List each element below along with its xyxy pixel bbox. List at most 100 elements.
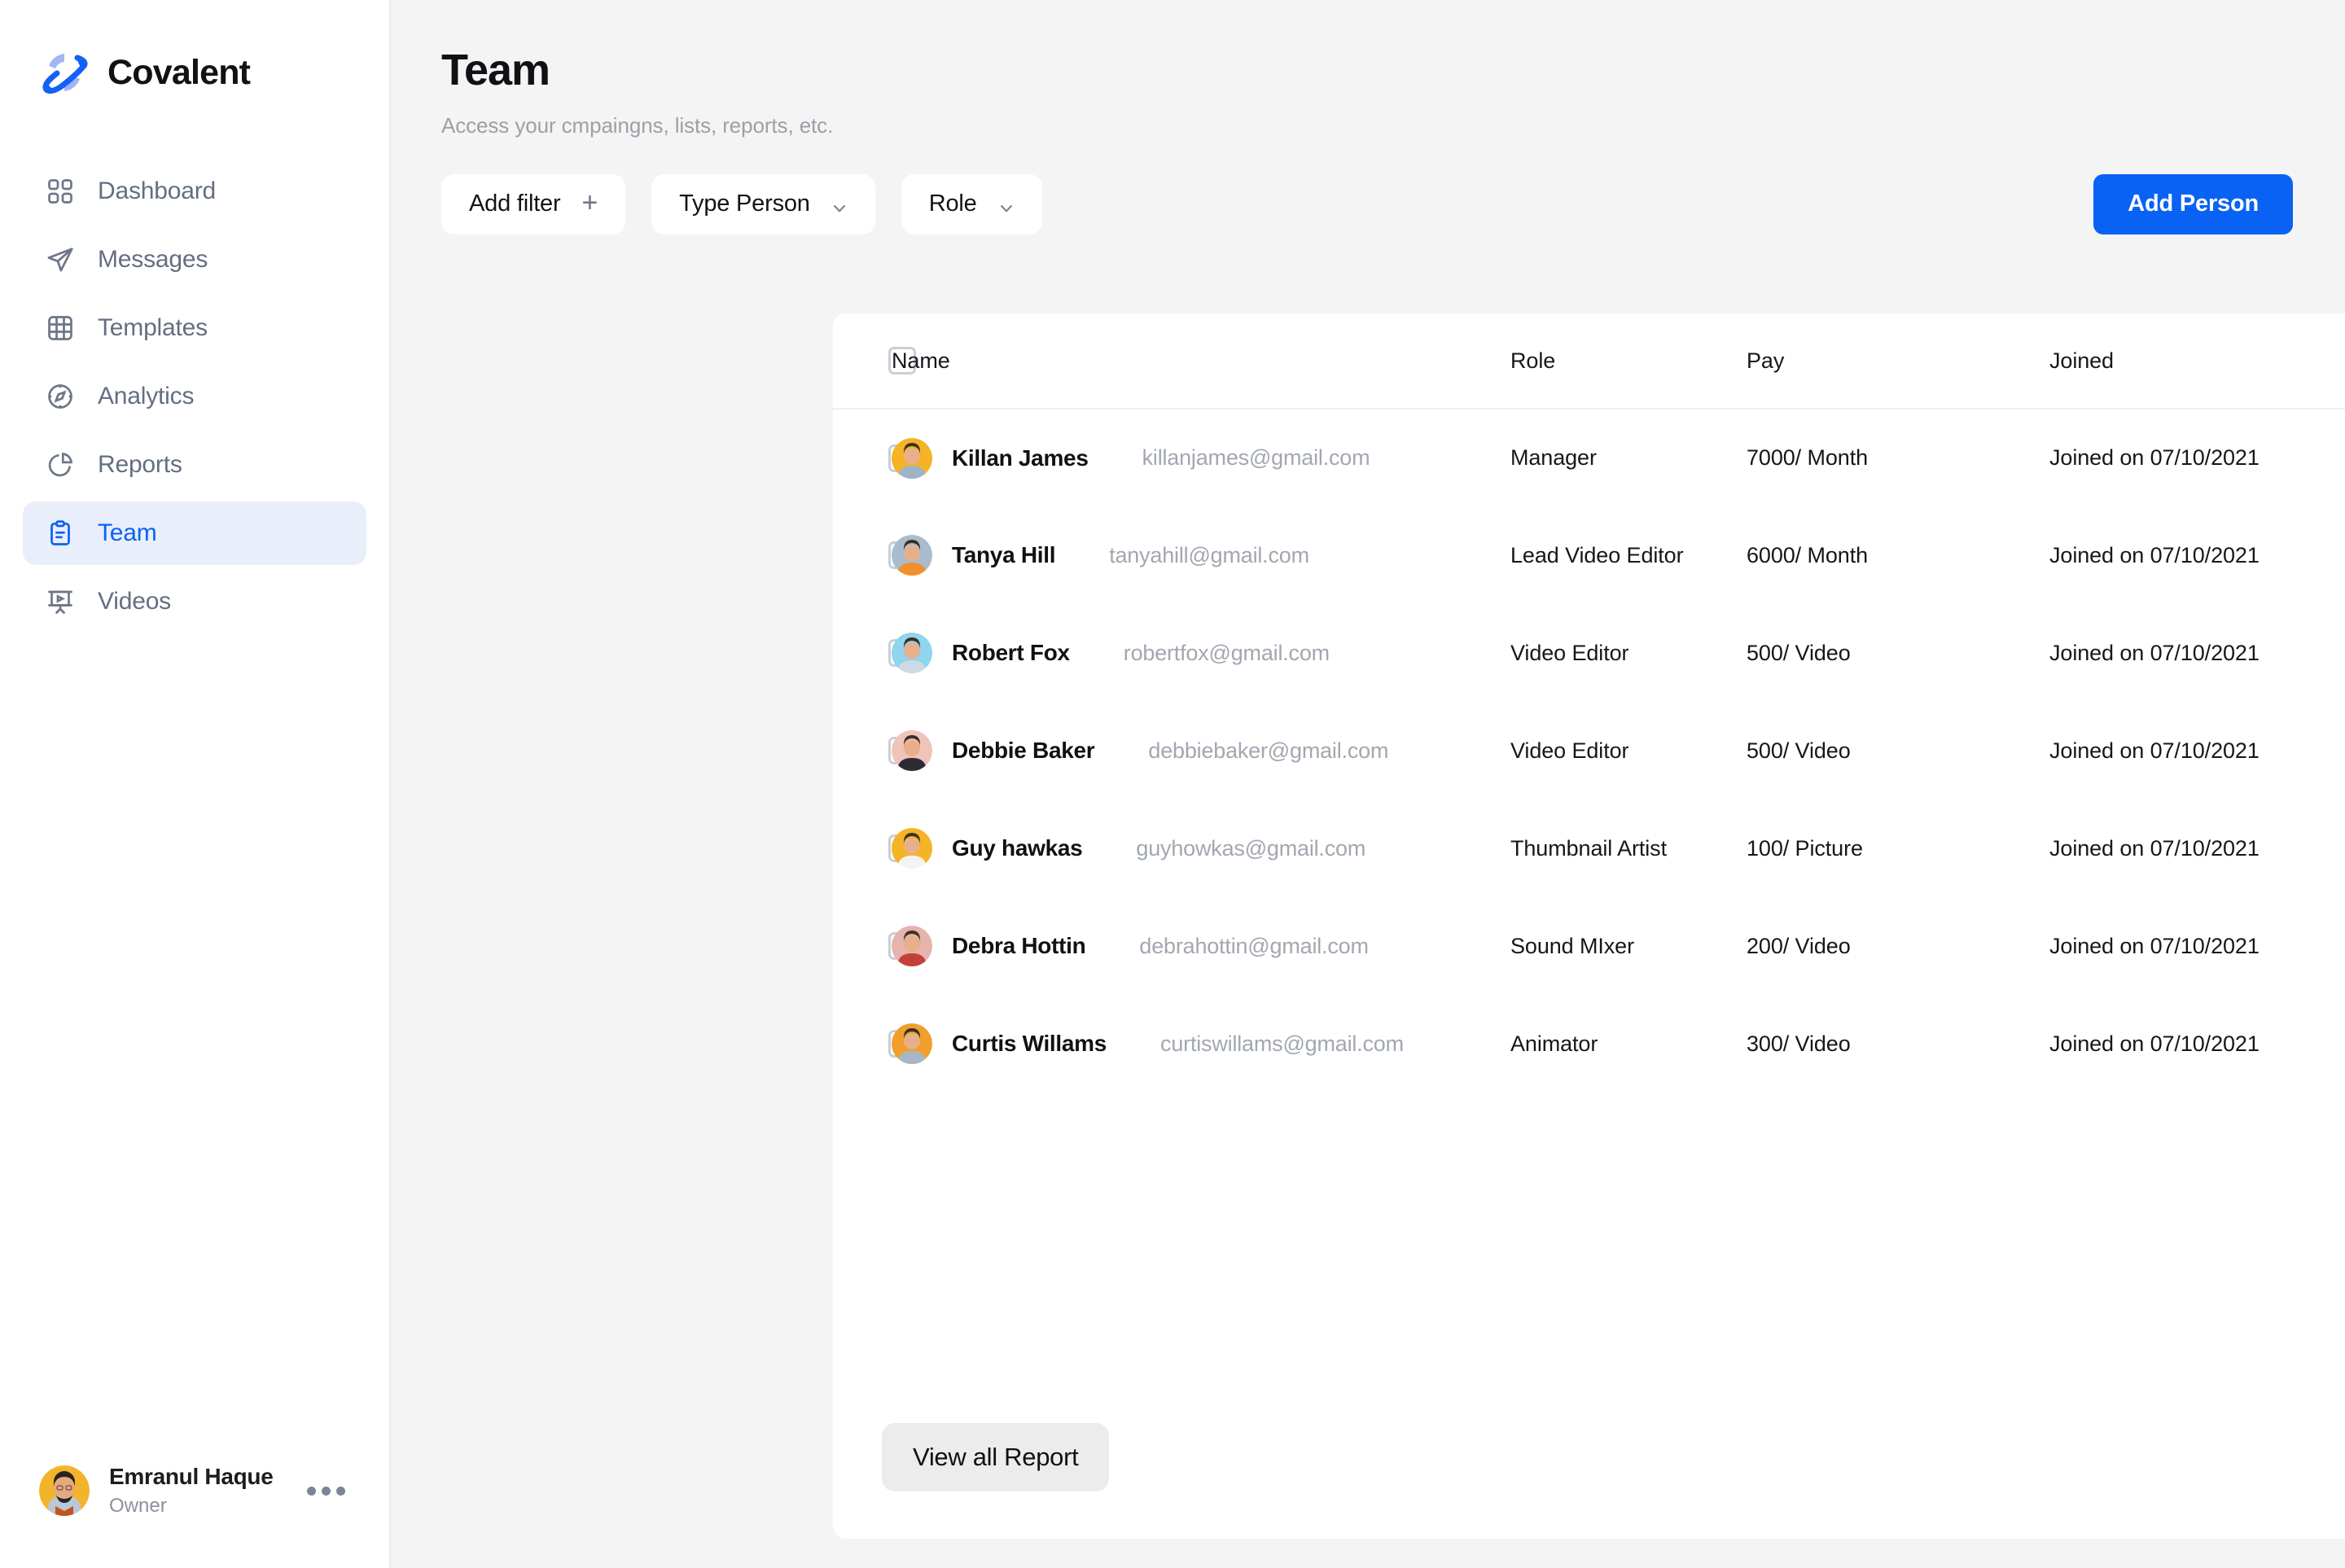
sidebar: Covalent Dashboard Messages Templates An… xyxy=(0,0,391,1568)
column-header-pay[interactable]: Pay xyxy=(1747,313,2049,409)
row-role-cell: Thumbnail Artist xyxy=(1510,835,1667,861)
card-footer: View all Report xyxy=(833,1423,2345,1539)
sidebar-item-messages[interactable]: Messages xyxy=(23,228,366,291)
row-role-cell: Video Editor xyxy=(1510,738,1629,763)
row-select-cell xyxy=(833,897,916,995)
table-header: Name Role Pay Joined Action xyxy=(833,313,2345,409)
table-row[interactable]: Debbie Baker debbiebaker@gmail.com Video… xyxy=(833,702,2345,799)
column-header-joined[interactable]: Joined xyxy=(2049,313,2345,409)
planet-logo-icon xyxy=(39,47,90,98)
row-name-cell: Killan James killanjames@gmail.com xyxy=(892,409,1510,506)
row-joined-cell: Joined on 07/10/2021 xyxy=(2049,835,2260,861)
grid-icon xyxy=(44,175,77,208)
person-name: Debra Hottin xyxy=(952,933,1086,958)
presentation-icon xyxy=(44,585,77,618)
row-pay-cell: 7000/ Month xyxy=(1747,445,1869,470)
row-pay-cell: 100/ Picture xyxy=(1747,835,1863,861)
brand[interactable]: Covalent xyxy=(0,0,389,106)
sidebar-item-label: Reports xyxy=(98,451,182,478)
table-row[interactable]: Tanya Hill tanyahill@gmail.com Lead Vide… xyxy=(833,506,2345,604)
row-name-cell: Debbie Baker debbiebaker@gmail.com xyxy=(892,702,1510,799)
role-dropdown[interactable]: Role xyxy=(901,173,1042,234)
row-role-cell: Animator xyxy=(1510,1031,1598,1056)
paper-plane-icon xyxy=(44,243,77,276)
sidebar-user-name: Emranul Haque xyxy=(109,1464,274,1489)
clipboard-icon xyxy=(44,517,77,550)
person-email: tanyahill@gmail.com xyxy=(1109,542,1309,567)
sidebar-item-templates[interactable]: Templates xyxy=(23,296,366,360)
main-content: Team Access your cmpaingns, lists, repor… xyxy=(391,0,2345,1568)
person-email: curtiswillams@gmail.com xyxy=(1160,1031,1404,1056)
person-name: Guy hawkas xyxy=(952,835,1083,861)
row-select-cell xyxy=(833,995,916,1093)
sidebar-item-team[interactable]: Team xyxy=(23,501,366,565)
person-email: debbiebaker@gmail.com xyxy=(1148,738,1389,763)
person-name: Killan James xyxy=(952,445,1089,471)
add-filter-label: Add filter xyxy=(469,191,561,217)
view-all-report-button[interactable]: View all Report xyxy=(882,1423,1110,1491)
table-row[interactable]: Debra Hottin debrahottin@gmail.com Sound… xyxy=(833,897,2345,995)
row-joined-cell: Joined on 07/10/2021 xyxy=(2049,542,2260,567)
row-joined-cell: Joined on 07/10/2021 xyxy=(2049,445,2260,470)
add-filter-button[interactable]: Add filter + xyxy=(441,173,626,234)
add-person-button[interactable]: Add Person xyxy=(2093,173,2293,234)
row-role-cell: Video Editor xyxy=(1510,640,1629,665)
table-row[interactable]: Robert Fox robertfox@gmail.com Video Edi… xyxy=(833,604,2345,702)
row-name-cell: Curtis Willams curtiswillams@gmail.com xyxy=(892,995,1510,1093)
avatar xyxy=(39,1465,90,1516)
row-joined-cell: Joined on 07/10/2021 xyxy=(2049,1031,2260,1056)
row-name-cell: Robert Fox robertfox@gmail.com xyxy=(892,604,1510,702)
sidebar-item-label: Messages xyxy=(98,246,208,273)
sidebar-user-meta: Emranul Haque Owner xyxy=(109,1464,274,1518)
chevron-down-icon xyxy=(831,196,848,212)
sidebar-item-label: Analytics xyxy=(98,383,195,410)
avatar xyxy=(892,1023,932,1064)
table-header-row: Name Role Pay Joined Action xyxy=(833,313,2345,409)
role-dropdown-label: Role xyxy=(928,191,977,217)
row-name-cell: Debra Hottin debrahottin@gmail.com xyxy=(892,897,1510,995)
row-select-cell xyxy=(833,799,916,897)
brand-name: Covalent xyxy=(107,52,251,92)
row-joined-cell: Joined on 07/10/2021 xyxy=(2049,738,2260,763)
table-icon xyxy=(44,312,77,344)
column-header-role[interactable]: Role xyxy=(1510,313,1747,409)
avatar xyxy=(892,730,932,771)
avatar xyxy=(892,828,932,869)
row-pay-cell: 6000/ Month xyxy=(1747,542,1869,567)
sidebar-item-reports[interactable]: Reports xyxy=(23,433,366,497)
type-person-label: Type Person xyxy=(679,191,810,217)
team-table-card: Name Role Pay Joined Action xyxy=(833,313,2345,1539)
app-root: Covalent Dashboard Messages Templates An… xyxy=(0,0,2345,1568)
row-name-cell: Guy hawkas guyhowkas@gmail.com xyxy=(892,799,1510,897)
page-header: Team Access your cmpaingns, lists, repor… xyxy=(391,0,2345,138)
row-pay-cell: 500/ Video xyxy=(1747,640,1851,665)
toolbar: Add filter + Type Person Role Add Person xyxy=(391,173,2345,234)
chevron-down-icon xyxy=(998,196,1015,212)
column-header-name[interactable]: Name xyxy=(892,313,1510,409)
ellipsis-icon[interactable] xyxy=(299,1478,353,1504)
table-row[interactable]: Curtis Willams curtiswillams@gmail.com A… xyxy=(833,995,2345,1093)
row-pay-cell: 300/ Video xyxy=(1747,1031,1851,1056)
table-row[interactable]: Killan James killanjames@gmail.com Manag… xyxy=(833,409,2345,506)
sidebar-user-footer[interactable]: Emranul Haque Owner xyxy=(0,1464,389,1568)
row-pay-cell: 500/ Video xyxy=(1747,738,1851,763)
avatar xyxy=(892,437,932,479)
table-row[interactable]: Guy hawkas guyhowkas@gmail.com Thumbnail… xyxy=(833,799,2345,897)
row-role-cell: Lead Video Editor xyxy=(1510,542,1684,567)
page-title: Team xyxy=(441,46,550,94)
sidebar-item-dashboard[interactable]: Dashboard xyxy=(23,160,366,223)
person-email: guyhowkas@gmail.com xyxy=(1136,835,1366,861)
row-joined-cell: Joined on 07/10/2021 xyxy=(2049,933,2260,958)
table-body: Killan James killanjames@gmail.com Manag… xyxy=(833,409,2345,1093)
person-name: Tanya Hill xyxy=(952,542,1056,567)
person-email: debrahottin@gmail.com xyxy=(1139,933,1369,958)
sidebar-item-analytics[interactable]: Analytics xyxy=(23,365,366,428)
type-person-dropdown[interactable]: Type Person xyxy=(651,173,875,234)
pie-chart-icon xyxy=(44,449,77,481)
row-role-cell: Manager xyxy=(1510,445,1597,470)
sidebar-item-label: Team xyxy=(98,519,157,546)
avatar xyxy=(892,535,932,576)
row-select-cell xyxy=(833,409,916,506)
person-name: Debbie Baker xyxy=(952,738,1095,763)
sidebar-item-videos[interactable]: Videos xyxy=(23,570,366,633)
